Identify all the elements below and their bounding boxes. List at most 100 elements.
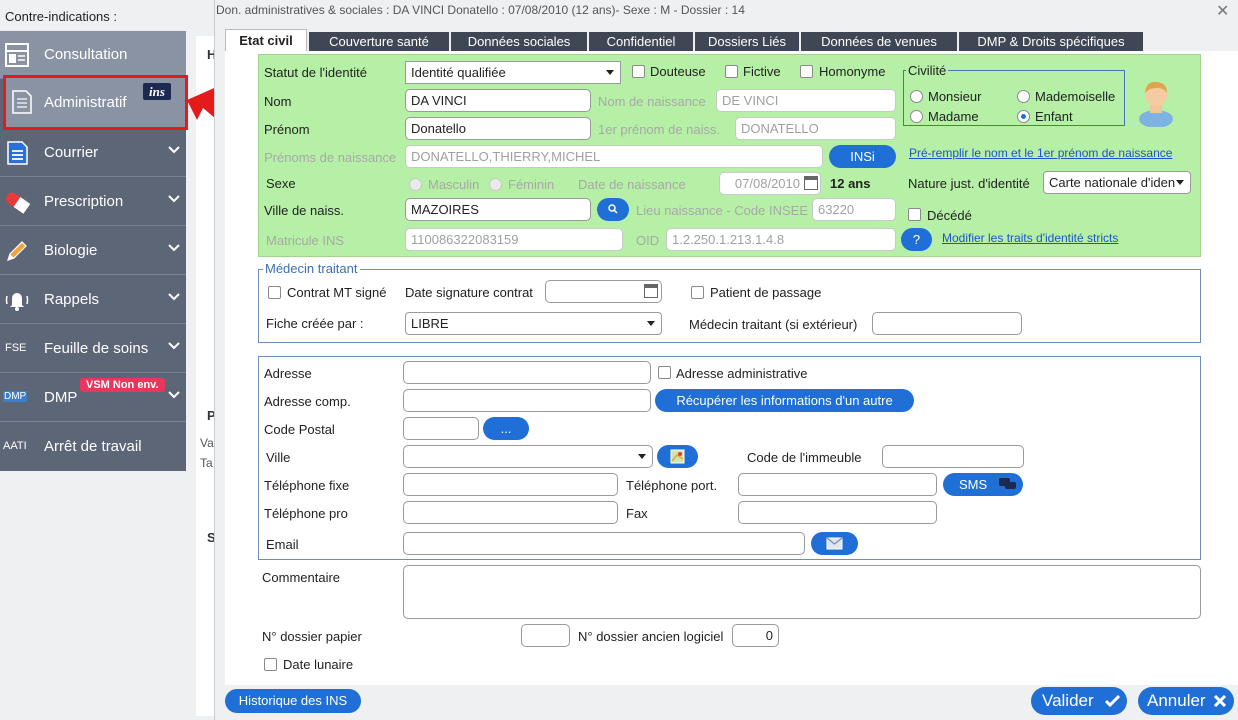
pre-remplir-link[interactable]: Pré-remplir le nom et le 1er prénom de n… bbox=[909, 146, 1172, 160]
lieu-naiss-input[interactable]: 63220 bbox=[812, 198, 896, 221]
email-input[interactable] bbox=[403, 532, 805, 555]
nature-identite-label: Nature just. d'identité bbox=[908, 176, 1030, 191]
chevron-down-icon[interactable] bbox=[168, 192, 180, 204]
dossier-ancien-input[interactable]: 0 bbox=[732, 624, 779, 647]
adresse-section bbox=[258, 356, 1201, 560]
tab-content: Statut de l'identité Identité qualifiée … bbox=[225, 51, 1238, 685]
date-lunaire-checkbox[interactable] bbox=[264, 658, 277, 671]
tab-couverture-sante[interactable]: Couverture santé bbox=[309, 32, 449, 51]
code-postal-input[interactable] bbox=[403, 417, 479, 440]
tel-port-input[interactable] bbox=[738, 473, 937, 496]
sidebar-item-courrier[interactable]: Courrier bbox=[0, 129, 186, 177]
contrat-mt-checkbox[interactable] bbox=[268, 286, 281, 299]
nom-naissance-input[interactable]: DE VINCI bbox=[716, 89, 896, 112]
patient-passage-checkbox[interactable] bbox=[691, 286, 704, 299]
modifier-traits-link[interactable]: Modifier les traits d'identité stricts bbox=[942, 231, 1118, 245]
madame-label: Madame bbox=[928, 109, 979, 124]
tel-pro-input[interactable] bbox=[403, 501, 618, 524]
ville-select[interactable] bbox=[403, 445, 653, 468]
fictive-checkbox[interactable] bbox=[725, 65, 738, 78]
tab-dossiers-lies[interactable]: Dossiers Liés bbox=[695, 32, 799, 51]
map-button[interactable] bbox=[657, 445, 698, 468]
tab-etat-civil[interactable]: Etat civil bbox=[225, 29, 307, 52]
chevron-down-icon[interactable] bbox=[168, 339, 180, 351]
tab-confidentiel[interactable]: Confidentiel bbox=[589, 32, 693, 51]
matricule-ins-input[interactable]: 110086322083159 bbox=[405, 228, 623, 251]
insi-button[interactable]: INSi bbox=[829, 145, 896, 168]
fiche-creee-select[interactable]: LIBRE bbox=[405, 312, 662, 335]
valider-label: Valider bbox=[1042, 691, 1094, 710]
sidebar-item-biologie[interactable]: Biologie bbox=[0, 227, 186, 275]
calendar-icon[interactable] bbox=[644, 284, 658, 298]
contrat-mt-label: Contrat MT signé bbox=[287, 285, 387, 300]
adresse-comp-input[interactable] bbox=[403, 389, 651, 412]
date-lunaire-label: Date lunaire bbox=[283, 657, 354, 672]
chevron-down-icon[interactable] bbox=[168, 290, 180, 302]
recuperer-infos-button[interactable]: Récupérer les informations d'un autre bbox=[655, 389, 914, 412]
madame-radio[interactable] bbox=[910, 110, 923, 123]
adresse-admin-label: Adresse administrative bbox=[676, 366, 808, 381]
sidebar-item-dmp[interactable]: DMP DMP VSM Non env. bbox=[0, 374, 186, 422]
adresse-input[interactable] bbox=[403, 361, 651, 384]
historique-ins-button[interactable]: Historique des INS bbox=[225, 689, 361, 713]
prenoms-naissance-input[interactable]: DONATELLO,THIERRY,MICHEL bbox=[405, 145, 823, 168]
medecin-exterieur-label: Médecin traitant (si extérieur) bbox=[689, 317, 858, 332]
prenom-naiss-input[interactable]: DONATELLO bbox=[735, 117, 896, 140]
chevron-down-icon[interactable] bbox=[168, 241, 180, 253]
commentaire-textarea[interactable] bbox=[403, 565, 1201, 619]
prenom-input[interactable]: Donatello bbox=[405, 117, 591, 140]
sidebar-item-administratif[interactable]: Administratif ins bbox=[3, 75, 188, 130]
fax-input[interactable] bbox=[738, 501, 937, 524]
sidebar-item-feuille-de-soins[interactable]: FSE Feuille de soins bbox=[0, 325, 186, 373]
fse-icon: FSE bbox=[5, 342, 27, 354]
chat-icon bbox=[999, 478, 1016, 489]
annuler-label: Annuler bbox=[1147, 691, 1206, 710]
medecin-exterieur-input[interactable] bbox=[872, 312, 1022, 335]
valider-button[interactable]: Valider bbox=[1031, 687, 1127, 715]
feminin-radio[interactable] bbox=[489, 178, 502, 191]
consultation-icon bbox=[5, 43, 29, 67]
chevron-down-icon[interactable] bbox=[168, 388, 180, 400]
dossier-papier-input[interactable] bbox=[521, 624, 570, 647]
masculin-radio[interactable] bbox=[409, 178, 422, 191]
search-ville-button[interactable] bbox=[597, 198, 629, 221]
sidebar-item-rappels[interactable]: Rappels bbox=[0, 276, 186, 324]
check-icon bbox=[1105, 694, 1120, 708]
envelope-icon bbox=[826, 537, 843, 550]
send-email-button[interactable] bbox=[811, 532, 858, 555]
adresse-comp-label: Adresse comp. bbox=[264, 394, 351, 409]
sexe-label: Sexe bbox=[266, 176, 296, 191]
adresse-admin-checkbox[interactable] bbox=[658, 366, 671, 379]
pill-icon bbox=[6, 192, 30, 214]
sidebar-item-consultation[interactable]: Consultation bbox=[0, 31, 186, 79]
nom-input[interactable]: DA VINCI bbox=[405, 89, 591, 112]
code-immeuble-input[interactable] bbox=[882, 445, 1024, 468]
oid-input[interactable]: 1.2.250.1.213.1.4.8 bbox=[666, 228, 896, 251]
calendar-icon[interactable] bbox=[804, 176, 818, 190]
tab-donnees-sociales[interactable]: Données sociales bbox=[451, 32, 587, 51]
tel-fixe-label: Téléphone fixe bbox=[264, 478, 350, 493]
tab-dmp-droits[interactable]: DMP & Droits spécifiques bbox=[959, 32, 1143, 51]
tel-fixe-input[interactable] bbox=[403, 473, 618, 496]
sms-button[interactable]: SMS bbox=[943, 473, 1023, 496]
statut-value: Identité qualifiée bbox=[411, 65, 506, 80]
ville-naiss-input[interactable]: MAZOIRES bbox=[405, 198, 591, 221]
enfant-radio[interactable] bbox=[1017, 110, 1030, 123]
annuler-button[interactable]: Annuler bbox=[1138, 687, 1234, 715]
tab-donnees-de-venues[interactable]: Données de venues bbox=[801, 32, 957, 51]
medecin-traitant-legend: Médecin traitant bbox=[263, 261, 360, 276]
help-button[interactable]: ? bbox=[901, 228, 932, 251]
sidebar-item-prescription[interactable]: Prescription bbox=[0, 178, 186, 226]
nature-identite-select[interactable]: Carte nationale d'iden bbox=[1043, 171, 1191, 194]
douteuse-checkbox[interactable] bbox=[632, 65, 645, 78]
tel-port-label: Téléphone port. bbox=[626, 478, 718, 493]
sidebar-item-arret-de-travail[interactable]: AATI Arrêt de travail bbox=[0, 423, 186, 471]
homonyme-checkbox[interactable] bbox=[800, 65, 813, 78]
statut-select[interactable]: Identité qualifiée bbox=[405, 61, 621, 84]
lieu-naiss-label: Lieu naissance - Code INSEE bbox=[636, 203, 808, 218]
code-postal-lookup-button[interactable]: ... bbox=[483, 417, 529, 440]
mademoiselle-radio[interactable] bbox=[1017, 90, 1030, 103]
close-icon[interactable]: ✕ bbox=[1216, 1, 1229, 21]
decede-checkbox[interactable] bbox=[908, 208, 921, 221]
monsieur-radio[interactable] bbox=[910, 90, 923, 103]
